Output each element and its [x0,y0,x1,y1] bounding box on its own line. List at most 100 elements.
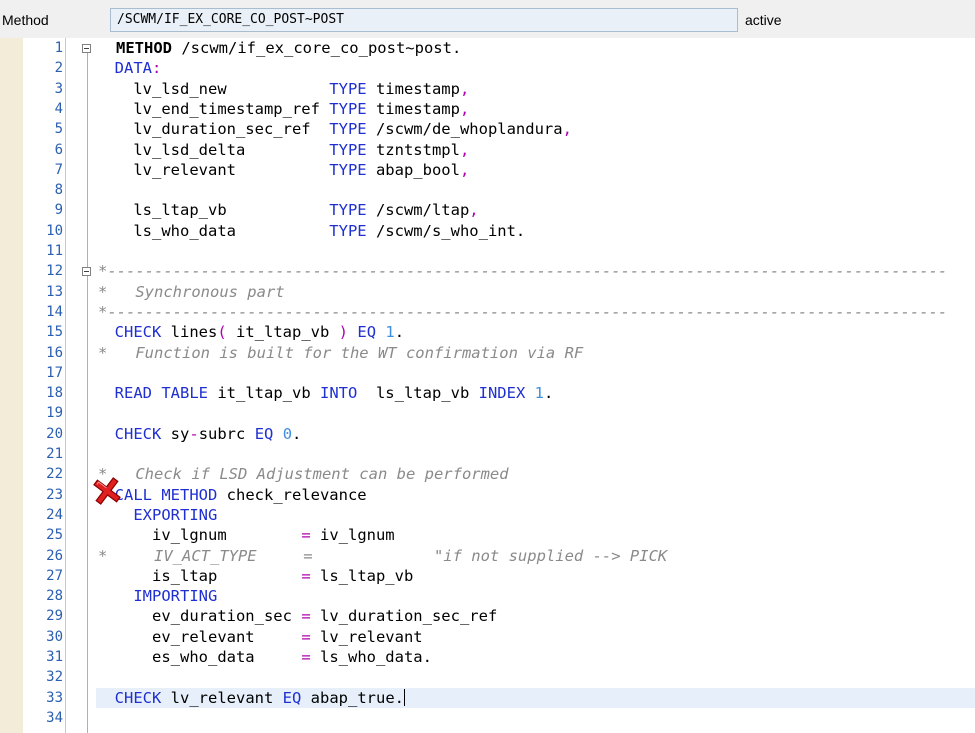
fold-toggle-icon[interactable] [82,267,91,277]
code-token: sy [161,424,190,443]
code-text: iv_lgnum = iv_lgnum [96,525,395,545]
code-line[interactable]: 14 *-------------------------------------… [0,302,975,322]
code-token: = [301,648,311,666]
code-token: = [301,607,311,626]
code-line[interactable]: 30 ev_relevant = lv_relevant [0,627,975,647]
code-line[interactable]: 6 lv_lsd_delta TYPE tzntstmpl, [0,140,975,160]
code-line[interactable]: 20 CHECK sy-subrc EQ 0. [0,424,975,444]
code-line[interactable]: 17 [0,363,975,383]
code-token: it_ltap_vb [208,384,320,403]
code-line[interactable]: 3 lv_lsd_new TYPE timestamp, [0,79,975,99]
code-token: lv_lsd_new [96,79,330,98]
code-line[interactable]: 31 es_who_data = ls_who_data. [0,647,975,667]
line-number: 26 [46,547,63,564]
fold-toggle-icon[interactable] [82,44,91,53]
code-token: ls_ltap_vb [357,384,479,403]
line-number: 24 [46,506,63,523]
code-line[interactable]: 19 [0,403,975,423]
code-line[interactable]: 21 [0,444,975,464]
code-line[interactable]: 9 ls_ltap_vb TYPE /scwm/ltap, [0,200,975,220]
line-number: 11 [46,243,63,259]
code-line[interactable]: 15 CHECK lines( it_ltap_vb ) EQ 1. [0,322,975,342]
code-token: , [459,79,470,98]
code-line[interactable]: 28 IMPORTING [0,586,975,606]
code-token: = [301,566,311,585]
line-number: 33 [46,689,63,706]
code-line[interactable]: 10 ls_who_data TYPE /scwm/s_who_int. [0,221,975,241]
code-text: CHECK sy-subrc EQ 0. [96,424,302,444]
code-token: ls_ltap_vb [310,566,414,585]
code-line[interactable]: 32 [0,667,975,687]
line-number: 30 [46,628,63,645]
code-text: DATA: [96,58,162,78]
code-line[interactable]: 4 lv_end_timestamp_ref TYPE timestamp, [0,99,975,119]
keyword-token: TYPE [329,201,367,220]
code-line[interactable]: 12 *-------------------------------------… [0,261,975,281]
code-token: lv_relevant [310,627,423,646]
code-token: ev_duration_sec [96,607,302,626]
code-token: check_relevance [217,485,367,504]
line-number: 22 [46,466,63,483]
code-line[interactable]: 27 is_ltap = ls_ltap_vb [0,566,975,586]
code-token: /scwm/s_who_int. [366,221,526,240]
keyword-token: READ TABLE [114,384,208,403]
code-text: ls_who_data TYPE /scwm/s_who_int. [96,221,525,241]
line-number: 5 [54,121,63,138]
code-text: METHOD /scwm/if_ex_core_co_post~post. [116,38,461,58]
code-line[interactable]: 8 [0,180,975,200]
code-editor[interactable]: 1 METHOD /scwm/if_ex_core_co_post~post. 2 … [0,38,975,733]
line-number: 17 [46,364,63,381]
code-line[interactable]: 25 iv_lgnum = iv_lgnum [0,525,975,545]
line-number: 19 [46,405,63,422]
code-token: subrc [198,424,255,443]
method-name-field[interactable]: /SCWM/IF_EX_CORE_CO_POST~POST [110,8,738,32]
keyword-token: EQ [282,688,302,707]
code-token: /scwm/ltap [366,201,470,220]
code-line[interactable]: 2 DATA: [0,58,975,78]
red-x-icon [93,477,121,505]
code-text: READ TABLE it_ltap_vb INTO ls_ltap_vb IN… [96,383,554,403]
code-token: , [469,201,479,220]
code-line[interactable]: 34 [0,708,975,728]
code-text: ev_duration_sec = lv_duration_sec_ref [96,606,497,626]
code-line[interactable]: 26 * IV_ACT_TYPE = "if not supplied --> P… [0,546,975,566]
comment-token: *---------------------------------------… [98,262,948,281]
code-line[interactable]: 16 * Function is built for the WT confirm… [0,343,975,363]
keyword-token: CHECK [114,688,162,707]
code-line[interactable]: 22 * Check if LSD Adjustment can be perfo… [0,464,975,484]
code-token: lv_lsd_delta [96,140,330,159]
code-token: ls_ltap_vb [96,201,330,220]
code-text: * Function is built for the WT confirmat… [98,343,583,363]
code-text: * IV_ACT_TYPE = "if not supplied --> PIC… [98,546,667,566]
code-line[interactable]: 7 lv_relevant TYPE abap_bool, [0,160,975,180]
code-line[interactable]: 5 lv_duration_sec_ref TYPE /scwm/de_whop… [0,119,975,139]
code-text: CHECK lv_relevant EQ abap_true. [96,688,405,708]
code-line[interactable]: 18 READ TABLE it_ltap_vb INTO ls_ltap_vb… [0,383,975,403]
code-token: = [301,526,311,545]
code-token: 1 [385,323,395,342]
code-text: ls_ltap_vb TYPE /scwm/ltap, [96,200,479,220]
code-line[interactable]: 29 ev_duration_sec = lv_duration_sec_ref [0,606,975,626]
code-line[interactable]: 23 CALL METHOD check_relevance [0,485,975,505]
code-text: * Synchronous part [98,282,285,302]
code-line[interactable]: 33 CHECK lv_relevant EQ abap_true. [0,687,975,708]
code-line[interactable]: 13 * Synchronous part [0,282,975,302]
line-number: 4 [54,100,63,117]
code-line[interactable]: 24 EXPORTING [0,505,975,525]
code-token: es_who_data [96,648,302,666]
code-line[interactable]: 11 [0,241,975,261]
code-token: timestamp [366,79,460,98]
line-number: 18 [46,385,63,402]
code-text: CHECK lines( it_ltap_vb ) EQ 1. [96,322,404,342]
code-line[interactable]: 1 METHOD /scwm/if_ex_core_co_post~post. [0,38,975,58]
code-token: , [459,99,470,118]
code-token: ls_who_data. [310,648,432,666]
comment-token: * Function is built for the WT confirmat… [98,343,584,362]
code-token: is_ltap [96,566,302,585]
code-token: ( [217,323,227,342]
keyword-token: TYPE [329,99,367,118]
